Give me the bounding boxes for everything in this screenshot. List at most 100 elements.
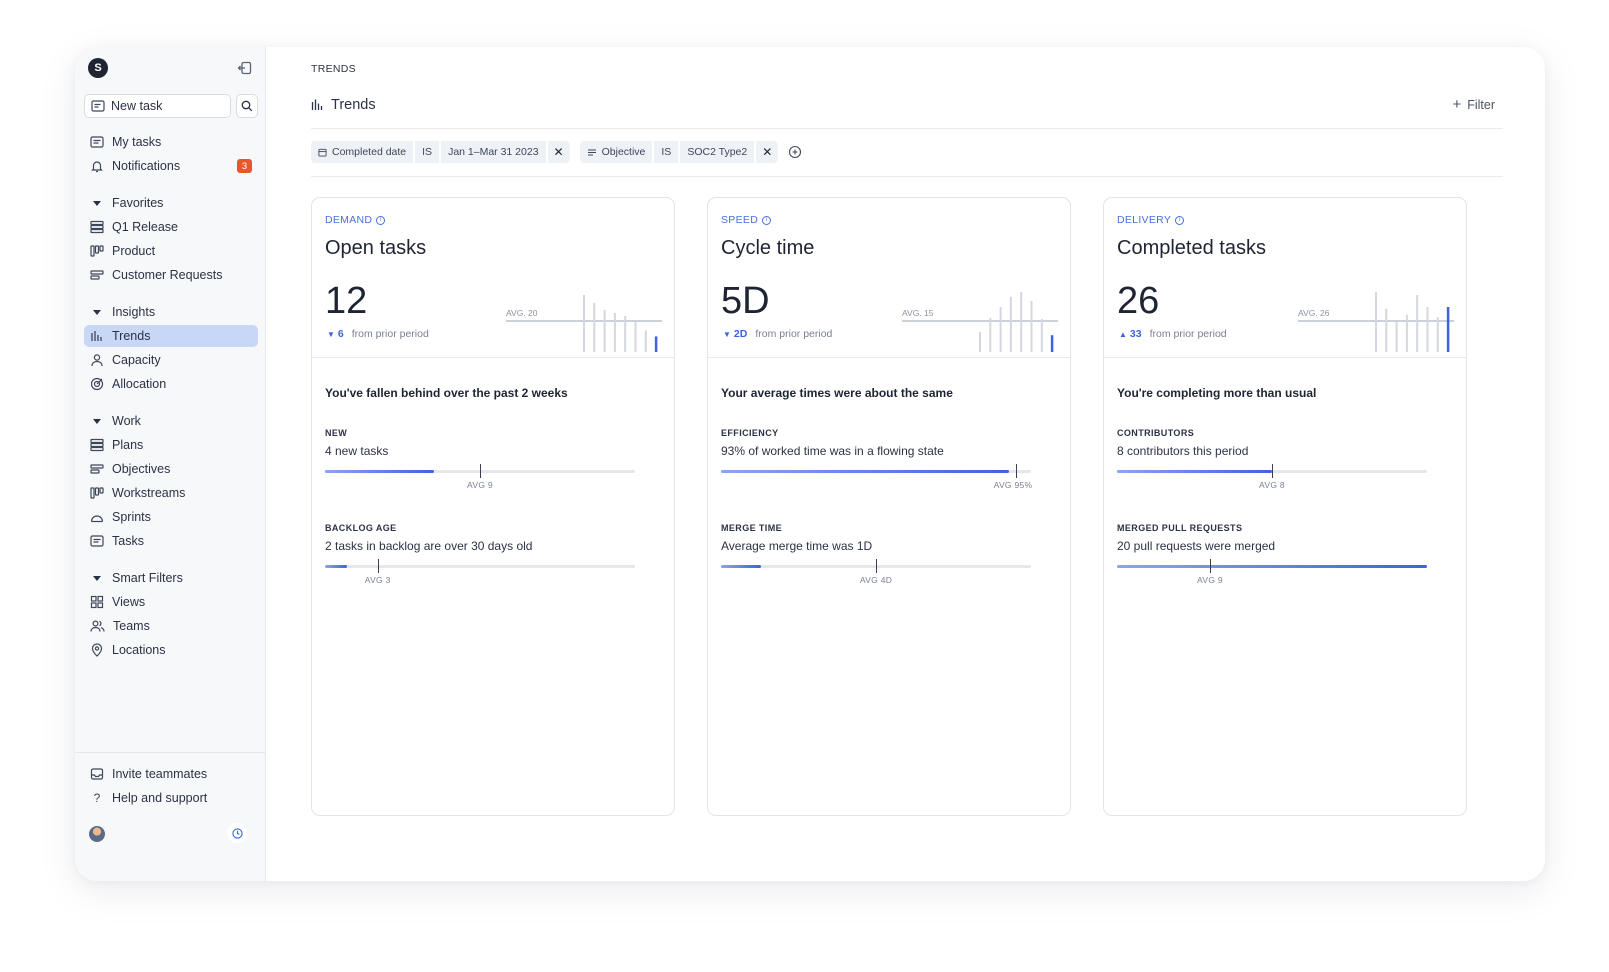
filter-operator[interactable]: IS [415, 141, 440, 163]
metric-label: CONTRIBUTORS [1117, 428, 1195, 438]
sidebar-item-label: Help and support [112, 791, 208, 805]
bar-fill [325, 565, 347, 568]
sidebar-item-q1-release[interactable]: Q1 Release [84, 216, 258, 238]
avg-tick [1015, 464, 1017, 478]
collapse-sidebar-icon[interactable] [237, 60, 253, 76]
avg-label: AVG 3 [364, 575, 391, 585]
metric-efficiency: EFFICIENCY 93% of worked time was in a f… [721, 428, 1032, 490]
sidebar-item-label: Plans [112, 438, 144, 452]
sidebar-item-invite[interactable]: Invite teammates [84, 763, 258, 785]
arrow-down-icon: ▼ [327, 329, 335, 339]
card-delta: ▲ 33 from prior period [1119, 328, 1227, 340]
breadcrumb[interactable]: TRENDS [311, 63, 356, 75]
sidebar-item-teams[interactable]: Teams [84, 615, 258, 637]
card-value: 5D [721, 280, 770, 322]
main-content: TRENDS Trends + Filter Completed date IS… [266, 47, 1545, 881]
sidebar-item-label: Sprints [112, 510, 151, 524]
workstream-icon [90, 245, 104, 257]
info-icon[interactable]: i [1175, 215, 1185, 225]
user-avatar[interactable] [89, 826, 105, 842]
category-label: SPEED [721, 214, 759, 226]
new-task-button[interactable]: New task [84, 94, 231, 118]
new-task-icon [91, 100, 105, 112]
avg-tick [480, 464, 481, 478]
sidebar-item-tasks[interactable]: Tasks [84, 530, 258, 552]
sidebar-item-label: Workstreams [112, 486, 186, 500]
filter-field[interactable]: Completed date [311, 141, 414, 163]
metric-label: NEW [325, 428, 348, 438]
metric-card-delivery[interactable]: DELIVERY i Completed tasks 26 ▲ 33 from pr… [1103, 197, 1467, 816]
delta-value: 6 [337, 328, 344, 340]
sidebar-item-notifications[interactable]: Notifications 3 [84, 155, 258, 177]
section-label: Favorites [112, 196, 164, 210]
metric-label: MERGED PULL REQUESTS [1117, 523, 1243, 533]
metric-bar: AVG 4D [721, 559, 1031, 585]
category-label: DELIVERY [1117, 214, 1172, 226]
filter-field[interactable]: Objective [579, 141, 653, 163]
metric-text: 20 pull requests were merged [1117, 539, 1276, 553]
card-category: SPEED i [721, 214, 772, 226]
sidebar-item-label: Notifications [112, 159, 181, 173]
sidebar-item-label: Views [112, 595, 146, 609]
sidebar-section-work[interactable]: Work [84, 410, 258, 432]
sidebar-section-favorites[interactable]: Favorites [84, 192, 258, 214]
sidebar-item-workstreams[interactable]: Workstreams [84, 482, 258, 504]
sidebar-item-label: Capacity [112, 353, 161, 367]
sidebar-item-trends[interactable]: Trends [84, 325, 258, 347]
sidebar-item-objectives[interactable]: Objectives [84, 458, 258, 480]
metric-text: 8 contributors this period [1117, 444, 1249, 458]
avg-tick [1210, 559, 1211, 573]
info-icon[interactable]: i [762, 215, 772, 225]
chevron-down-icon [93, 309, 101, 315]
sidebar-item-views[interactable]: Views [84, 591, 258, 613]
metric-merged-pull-requests: MERGED PULL REQUESTS 20 pull requests we… [1117, 523, 1427, 585]
sidebar-item-customer-requests[interactable]: Customer Requests [84, 264, 258, 286]
sidebar-item-locations[interactable]: Locations [84, 639, 258, 661]
metric-contributors: CONTRIBUTORS 8 contributors this period … [1117, 428, 1427, 490]
filter-operator[interactable]: IS [654, 141, 679, 163]
filter-value[interactable]: SOC2 Type2 [680, 141, 755, 163]
card-category: DEMAND i [325, 214, 386, 226]
bar-fill [1117, 470, 1272, 473]
card-summary: Your average times were about the same [721, 386, 953, 400]
sidebar-item-help[interactable]: ? Help and support [84, 787, 258, 809]
task-card-icon [90, 535, 104, 547]
page-title: Trends [331, 96, 376, 113]
chevron-down-icon [93, 418, 101, 424]
history-button[interactable] [227, 823, 247, 843]
avg-label: AVG 9 [1197, 575, 1223, 585]
remove-filter-button[interactable]: ✕ [547, 141, 570, 163]
delta-value: 33 [1129, 328, 1142, 340]
section-label: Insights [112, 305, 156, 319]
sidebar-item-label: Customer Requests [112, 268, 223, 282]
sidebar-item-product[interactable]: Product [84, 240, 258, 262]
add-filter-circle-icon[interactable] [788, 145, 802, 159]
sidebar-item-sprints[interactable]: Sprints [84, 506, 258, 528]
filter-chip-completed-date[interactable]: Completed date IS Jan 1–Mar 31 2023 ✕ [311, 141, 570, 163]
workstream-icon [90, 487, 104, 499]
search-button[interactable] [236, 94, 258, 118]
remove-filter-button[interactable]: ✕ [756, 141, 779, 163]
sidebar-section-smart-filters[interactable]: Smart Filters [84, 567, 258, 589]
average-label: AVG. 26 [1298, 308, 1330, 318]
add-filter-button[interactable]: + Filter [1452, 97, 1495, 112]
workspace-logo[interactable]: S [88, 58, 108, 78]
card-title: Completed tasks [1117, 237, 1266, 259]
filter-chip-objective[interactable]: Objective IS SOC2 Type2 ✕ [579, 141, 779, 163]
metric-label: MERGE TIME [721, 523, 783, 533]
filter-value[interactable]: Jan 1–Mar 31 2023 [441, 141, 546, 163]
metric-card-demand[interactable]: DEMAND i Open tasks 12 ▼ 6 from prior peri… [311, 197, 675, 816]
sidebar-item-capacity[interactable]: Capacity [84, 349, 258, 371]
metric-card-speed[interactable]: SPEED i Cycle time 5D ▼ 2D from prior peri… [707, 197, 1071, 816]
bell-icon [91, 161, 103, 173]
sidebar-item-plans[interactable]: Plans [84, 434, 258, 456]
info-icon[interactable]: i [376, 215, 386, 225]
chevron-down-icon [93, 200, 101, 206]
sidebar-item-my-tasks[interactable]: My tasks [84, 131, 258, 153]
filter-label: Filter [1467, 97, 1495, 112]
metric-bar: AVG 95% [721, 464, 1032, 490]
sidebar-item-allocation[interactable]: Allocation [84, 373, 258, 395]
trends-bar-icon [311, 99, 323, 110]
sidebar-section-insights[interactable]: Insights [84, 301, 258, 323]
plus-icon: + [1452, 96, 1462, 113]
